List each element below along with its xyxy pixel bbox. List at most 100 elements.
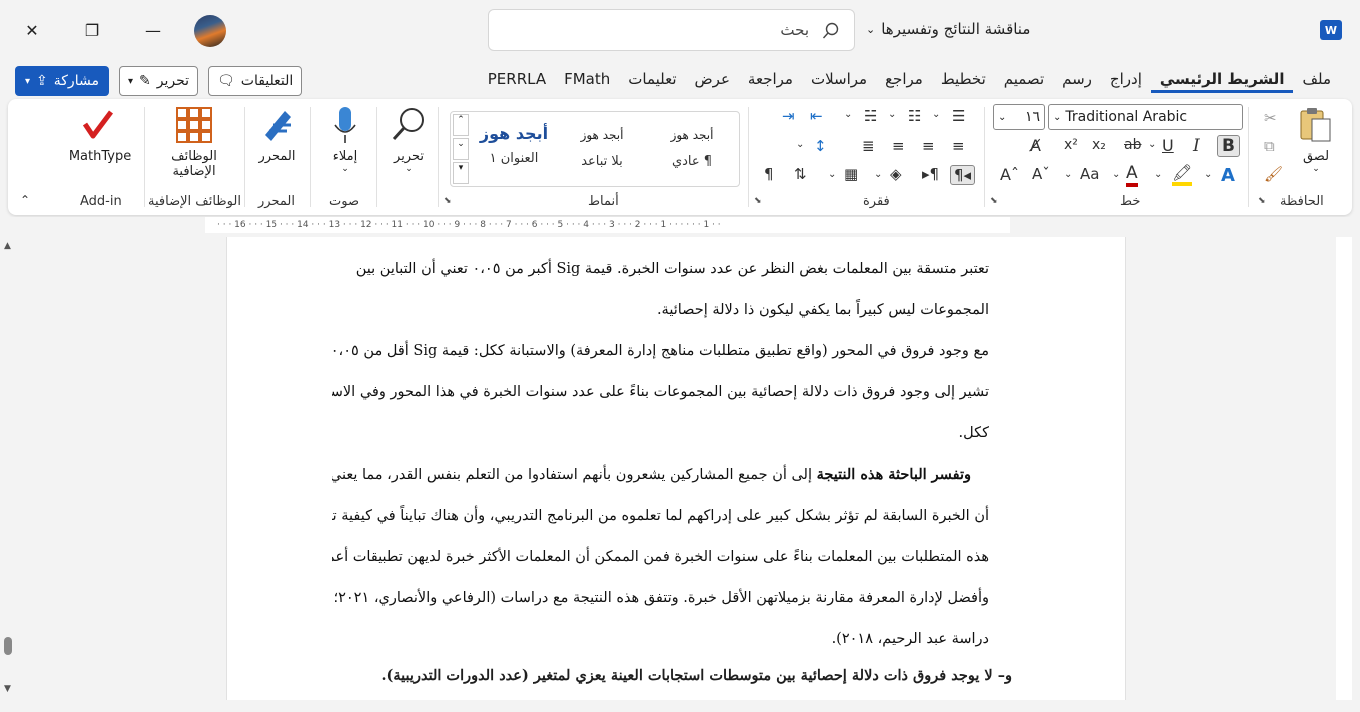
text-effects-icon[interactable]: A	[1221, 165, 1235, 186]
paste-label: لصق	[1302, 149, 1330, 164]
align-left-icon[interactable]: ≡	[892, 137, 905, 155]
shrink-font-icon[interactable]: Aˇ	[1032, 165, 1050, 183]
addins-button[interactable]: الوظائف الإضافية	[158, 105, 230, 179]
styles-scroll-up[interactable]: ⌃	[453, 114, 469, 136]
document-title[interactable]: مناقشة النتائج وتفسيرها ⌄	[866, 20, 1030, 38]
paste-button[interactable]: لصق ⌄	[1294, 105, 1338, 174]
paragraph-launcher-icon[interactable]: ⬊	[754, 196, 762, 206]
grow-font-icon[interactable]: Aˆ	[1000, 165, 1019, 184]
tab-file[interactable]: ملف	[1293, 68, 1340, 93]
editor-button[interactable]: المحرر	[252, 105, 302, 164]
chevron-down-icon: ⌄	[998, 111, 1007, 123]
separator	[438, 107, 439, 207]
chevron-down-icon[interactable]: ⌄	[932, 109, 940, 120]
font-color-icon[interactable]: A	[1126, 163, 1138, 187]
shading-icon[interactable]: ◈	[890, 165, 902, 183]
tab-design[interactable]: تصميم	[995, 68, 1053, 93]
format-painter-icon[interactable]: 🖌	[1264, 165, 1283, 183]
search-box[interactable]: بحث	[488, 9, 855, 51]
sort-icon[interactable]: ⇅	[794, 165, 807, 183]
show-marks-icon[interactable]: ¶	[764, 165, 774, 183]
italic-icon[interactable]: I	[1193, 136, 1200, 156]
underline-icon[interactable]: U	[1162, 136, 1174, 155]
tab-layout[interactable]: تخطيط	[932, 68, 995, 93]
tab-draw[interactable]: رسم	[1053, 68, 1101, 93]
tab-mailings[interactable]: مراسلات	[802, 68, 876, 93]
editing-mode-button[interactable]: تحرير ✎ ▾	[119, 66, 199, 96]
close-window-button[interactable]: ✕	[12, 12, 52, 48]
restore-window-button[interactable]: ❐	[72, 12, 112, 48]
strikethrough-icon[interactable]: ab	[1124, 137, 1141, 153]
font-launcher-icon[interactable]: ⬊	[990, 196, 998, 206]
style-heading-1[interactable]: أبجد هوز العنوان ١	[469, 124, 559, 166]
chevron-down-icon[interactable]: ⌄	[874, 169, 882, 180]
clear-formatting-icon[interactable]: A̸	[1030, 136, 1041, 155]
dictate-button[interactable]: إملاء ⌄	[320, 105, 370, 174]
tab-references[interactable]: مراجع	[876, 68, 932, 93]
numbering-icon[interactable]: ☷	[908, 107, 921, 125]
cut-icon[interactable]: ✂	[1264, 109, 1277, 127]
highlight-icon[interactable]: 🖍	[1172, 163, 1193, 186]
document-text[interactable]: تعتبر متسقة بين المعلمات بغض النظر عن عد…	[332, 249, 989, 660]
subscript-icon[interactable]: x₂	[1092, 137, 1106, 153]
multilevel-list-icon[interactable]: ☵	[864, 107, 877, 125]
chevron-down-icon[interactable]: ⌄	[888, 109, 896, 120]
align-right-icon[interactable]: ≡	[952, 137, 965, 155]
ltr-direction-icon[interactable]: ▸¶	[922, 165, 939, 183]
tab-fmath[interactable]: FMath	[555, 68, 619, 93]
editing-button[interactable]: تحرير ⌄	[384, 105, 434, 174]
chevron-down-icon[interactable]: ⌄	[1148, 139, 1156, 150]
clipboard-launcher-icon[interactable]: ⬊	[1258, 196, 1266, 206]
justify-icon[interactable]: ≣	[862, 137, 875, 155]
collapse-ribbon-icon[interactable]: ⌃	[20, 193, 30, 207]
tab-home[interactable]: الشريط الرئيسي	[1150, 68, 1294, 93]
chevron-down-icon[interactable]: ⌄	[1112, 169, 1120, 180]
scroll-down-icon[interactable]: ▼	[4, 684, 11, 694]
scroll-up-icon[interactable]: ▲	[4, 241, 11, 251]
tab-perrla[interactable]: PERRLA	[479, 68, 555, 93]
chevron-down-icon[interactable]: ⌄	[828, 169, 836, 180]
comments-button[interactable]: التعليقات 🗨	[208, 66, 303, 96]
bullets-icon[interactable]: ☰	[952, 107, 965, 125]
align-center-icon[interactable]: ≡	[922, 137, 935, 155]
tab-help[interactable]: تعليمات	[619, 68, 685, 93]
increase-indent-icon[interactable]: ⇥	[782, 107, 795, 125]
avatar[interactable]	[194, 15, 226, 47]
style-normal[interactable]: أبجد هوز ¶ عادي	[647, 128, 737, 169]
ribbon-tabs-row: مشاركة ⇪ ▾ تحرير ✎ ▾ التعليقات 🗨 ملف الش…	[0, 62, 1360, 98]
share-button[interactable]: مشاركة ⇪ ▾	[15, 66, 109, 96]
superscript-icon[interactable]: x²	[1064, 137, 1078, 153]
style-no-spacing[interactable]: أبجد هوز بلا تباعد	[557, 128, 647, 169]
tab-insert[interactable]: إدراج	[1101, 68, 1151, 93]
styles-more[interactable]: ▾	[453, 162, 469, 184]
font-size-box[interactable]: ⌄ ١٦	[993, 104, 1045, 130]
styles-launcher-icon[interactable]: ⬊	[444, 196, 452, 206]
line-spacing-icon[interactable]: ↕	[814, 137, 827, 155]
rtl-direction-icon[interactable]: ¶◂	[950, 165, 976, 185]
horizontal-ruler[interactable]: · · · 16 · · · 15 · · · 14 · · · 13 · · …	[205, 217, 1010, 233]
document-page[interactable]: تعتبر متسقة بين المعلمات بغض النظر عن عد…	[226, 237, 1126, 707]
comment-icon: 🗨	[217, 73, 235, 89]
tab-review[interactable]: مراجعة	[739, 68, 802, 93]
styles-scroll-down[interactable]: ⌄	[453, 138, 469, 160]
mathtype-button[interactable]: MathType	[64, 105, 136, 164]
decrease-indent-icon[interactable]: ⇤	[810, 107, 823, 125]
bold-icon[interactable]: B	[1217, 135, 1240, 157]
copy-icon[interactable]: ⧉	[1264, 137, 1275, 155]
borders-icon[interactable]: ▦	[844, 165, 858, 183]
word-logo-icon: W	[1320, 20, 1342, 40]
left-scrollbar[interactable]: ▲ ▼	[0, 237, 16, 700]
scroll-thumb[interactable]	[4, 637, 12, 655]
paragraph-group-label: فقرة	[863, 194, 890, 209]
pencil-icon: ✎	[139, 73, 151, 89]
chevron-down-icon[interactable]: ⌄	[844, 109, 852, 120]
chevron-down-icon[interactable]: ⌄	[1064, 169, 1072, 180]
font-name-box[interactable]: ⌄ Traditional Arabic	[1048, 104, 1243, 130]
chevron-down-icon[interactable]: ⌄	[796, 139, 804, 150]
chevron-down-icon[interactable]: ⌄	[1154, 169, 1162, 180]
chevron-down-icon[interactable]: ⌄	[1204, 169, 1212, 180]
tab-view[interactable]: عرض	[686, 68, 739, 93]
change-case-icon[interactable]: Aa	[1080, 165, 1099, 183]
styles-group-label: أنماط	[588, 194, 619, 209]
minimize-window-button[interactable]: —	[133, 12, 173, 48]
